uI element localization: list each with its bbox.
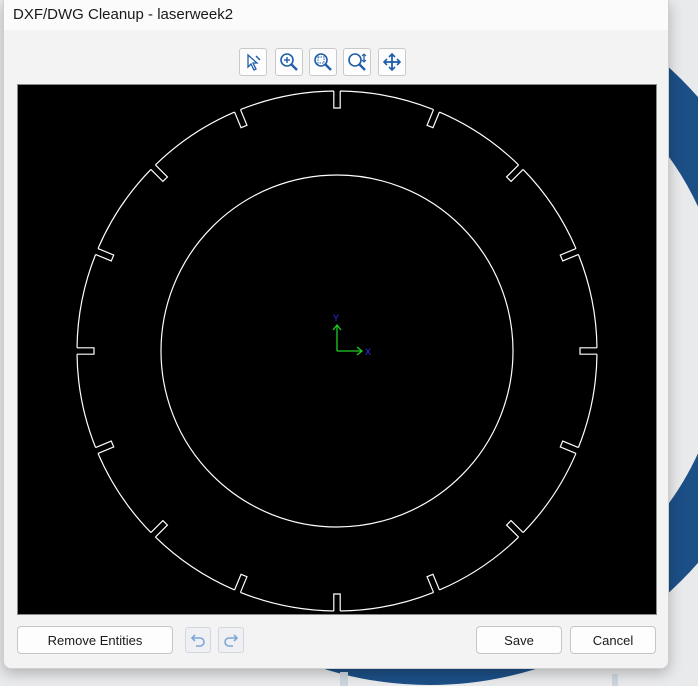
- origin-axes: X Y: [332, 313, 371, 357]
- zoom-window-button[interactable]: [309, 48, 337, 76]
- remove-entities-button[interactable]: Remove Entities: [17, 626, 173, 654]
- save-button[interactable]: Save: [476, 626, 562, 654]
- title-bar[interactable]: DXF/DWG Cleanup - laserweek2: [4, 0, 668, 30]
- zoom-in-icon: [280, 53, 298, 71]
- pan-icon: [382, 52, 402, 72]
- redo-button[interactable]: [218, 627, 244, 653]
- dxf-cleanup-dialog: DXF/DWG Cleanup - laserweek2 X Y Remove …: [3, 0, 669, 669]
- dxf-drawing: X Y: [76, 90, 598, 612]
- zoom-window-icon: [314, 53, 332, 71]
- select-pointer-button[interactable]: [239, 48, 267, 76]
- zoom-extents-icon: [348, 53, 367, 71]
- drawing-canvas[interactable]: X Y: [17, 84, 657, 615]
- undo-button[interactable]: [185, 627, 211, 653]
- x-axis-label: X: [365, 347, 371, 357]
- zoom-in-button[interactable]: [275, 48, 303, 76]
- cancel-button[interactable]: Cancel: [570, 626, 656, 654]
- redo-icon: [224, 634, 239, 647]
- window-title: DXF/DWG Cleanup - laserweek2: [13, 6, 234, 23]
- pan-button[interactable]: [378, 48, 406, 76]
- select-pointer-icon: [247, 53, 261, 71]
- undo-icon: [190, 634, 205, 647]
- y-axis-label: Y: [333, 313, 339, 323]
- zoom-extents-button[interactable]: [343, 48, 371, 76]
